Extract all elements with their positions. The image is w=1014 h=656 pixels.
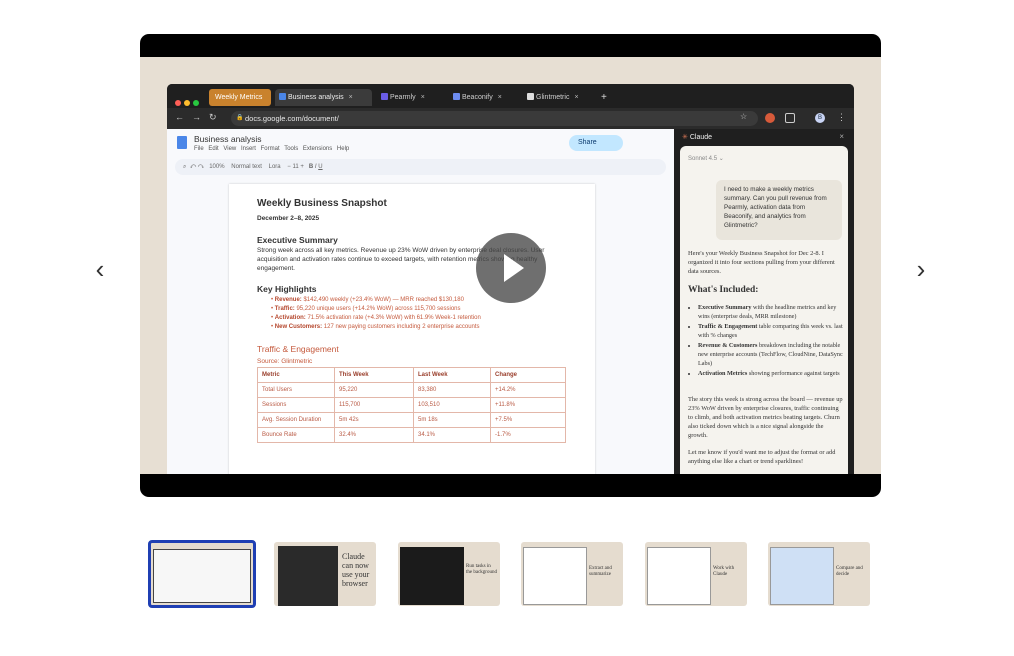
- menu-view[interactable]: View: [223, 146, 236, 152]
- sidebar-title: ✳ Claude: [682, 134, 713, 141]
- key-highlights-heading: Key Highlights: [257, 284, 317, 294]
- lock-icon: 🔒: [236, 115, 244, 121]
- google-doc: Business analysis File Edit View Insert …: [167, 129, 674, 474]
- zoom-select[interactable]: 100%: [209, 164, 224, 170]
- included-list: Executive Summary with the headline metr…: [688, 304, 846, 381]
- table-row: Sessions 115,700 103,510 +11.8%: [257, 397, 566, 413]
- menu-file[interactable]: File: [194, 146, 204, 152]
- menu-tools[interactable]: Tools: [284, 146, 298, 152]
- docs-logo-icon: [177, 136, 187, 149]
- thumbnail-3[interactable]: Run tasks in the background: [398, 542, 500, 606]
- traffic-table: Metric This Week Last Week Change Total …: [257, 367, 566, 443]
- thumbnail-5[interactable]: Work with Claude: [645, 542, 747, 606]
- close-icon[interactable]: ×: [839, 132, 844, 141]
- chat-panel: Sonnet 4.5 ⌄ I need to make a weekly met…: [680, 146, 848, 474]
- font-size-field[interactable]: 11: [292, 164, 298, 170]
- thumbnail-1[interactable]: [148, 540, 256, 608]
- tab-glintmetric[interactable]: Glintmetric ×: [523, 89, 595, 106]
- search-icon[interactable]: ⌕: [183, 164, 186, 170]
- tab-strip: Weekly Metrics Business analysis × Pearml…: [167, 84, 854, 108]
- doc-toolbar: ⌕ ↶ ↷ 100% Normal text Lora − 11 + B I U: [175, 159, 666, 175]
- table-row: Avg. Session Duration 5m 42s 5m 18s +7.5%: [257, 412, 566, 428]
- exec-summary-heading: Executive Summary: [257, 235, 338, 245]
- menu-help[interactable]: Help: [337, 146, 349, 152]
- beaconify-icon: [453, 93, 460, 100]
- close-icon[interactable]: ×: [574, 94, 578, 101]
- glintmetric-icon: [527, 93, 534, 100]
- list-item: Activation Metrics showing performance a…: [698, 370, 846, 379]
- address-bar: ← → ↻ 🔒 docs.google.com/document/ ☆ B ⋮: [167, 108, 854, 129]
- assistant-reply-intro: Here's your Weekly Business Snapshot for…: [688, 250, 835, 275]
- source-label: Source: Glintmetric: [257, 358, 313, 365]
- list-item: Traffic & Engagement table comparing thi…: [698, 323, 846, 340]
- doc-heading: Weekly Business Snapshot: [257, 198, 387, 209]
- table-row: Bounce Rate 32.4% 34.1% -1.7%: [257, 427, 566, 443]
- close-icon[interactable]: ×: [421, 94, 425, 101]
- model-selector[interactable]: Sonnet 4.5 ⌄: [688, 155, 724, 162]
- menu-format[interactable]: Format: [261, 146, 280, 152]
- doc-page[interactable]: Weekly Business Snapshot December 2–8, 2…: [229, 184, 595, 474]
- play-button[interactable]: [476, 233, 546, 303]
- doc-menu: File Edit View Insert Format Tools Exten…: [194, 146, 349, 152]
- back-icon[interactable]: ←: [175, 112, 184, 122]
- close-icon[interactable]: ×: [349, 94, 353, 101]
- thumbnail-2[interactable]: Claude can now use your browser: [274, 542, 376, 606]
- menu-extensions[interactable]: Extensions: [303, 146, 332, 152]
- doc-title[interactable]: Business analysis: [194, 134, 262, 144]
- tab-weekly-metrics[interactable]: Weekly Metrics: [209, 89, 271, 106]
- assistant-reply-story: The story this week is strong across the…: [688, 396, 843, 439]
- video-player[interactable]: Weekly Metrics Business analysis × Pearml…: [140, 34, 881, 497]
- doc-date: December 2–8, 2025: [257, 215, 320, 222]
- docs-icon: [279, 93, 286, 100]
- claude-sidebar: ✳ Claude × Sonnet 4.5 ⌄ I need to make a…: [674, 129, 854, 474]
- menu-edit[interactable]: Edit: [208, 146, 218, 152]
- forward-icon[interactable]: →: [192, 112, 201, 122]
- highlight-item: • Traffic: 95,220 unique users (+14.2% W…: [271, 306, 461, 312]
- highlight-item: • Activation: 71.5% activation rate (+4.…: [271, 315, 481, 321]
- more-menu-icon[interactable]: ⋮: [837, 112, 846, 123]
- thumbnail-4[interactable]: Extract and summarize: [521, 542, 623, 606]
- claude-extension-icon[interactable]: [765, 113, 775, 123]
- new-tab-button[interactable]: +: [597, 89, 611, 106]
- traffic-heading: Traffic & Engagement: [257, 344, 339, 354]
- thumbnail-6[interactable]: Compare and decide: [768, 542, 870, 606]
- menu-insert[interactable]: Insert: [241, 146, 256, 152]
- user-message: I need to make a weekly metrics summary.…: [716, 180, 842, 240]
- list-item: Executive Summary with the headline metr…: [698, 304, 846, 321]
- style-select[interactable]: Normal text: [231, 164, 262, 170]
- reload-icon[interactable]: ↻: [209, 112, 217, 123]
- highlight-item: • New Customers: 127 new paying customer…: [271, 324, 480, 330]
- pearmly-icon: [381, 93, 388, 100]
- tab-business-analysis[interactable]: Business analysis ×: [275, 89, 372, 106]
- previous-arrow-icon[interactable]: ‹: [88, 255, 112, 283]
- font-select[interactable]: Lora: [269, 164, 281, 170]
- share-button[interactable]: Share: [569, 135, 623, 151]
- profile-avatar[interactable]: B: [815, 113, 825, 123]
- close-icon[interactable]: ×: [498, 94, 502, 101]
- exec-summary-line: engagement.: [257, 265, 295, 272]
- next-arrow-icon[interactable]: ›: [909, 255, 933, 283]
- tab-beaconify[interactable]: Beaconify ×: [449, 89, 519, 106]
- list-item: Revenue & Customers breakdown including …: [698, 342, 846, 368]
- table-header-row: Metric This Week Last Week Change: [257, 367, 566, 383]
- extensions-icon[interactable]: [785, 113, 795, 123]
- highlight-item: • Revenue: $142,490 weekly (+23.4% WoW) …: [271, 297, 464, 303]
- assistant-reply-close: Let me know if you'd want me to adjust t…: [688, 449, 836, 465]
- table-row: Total Users 95,220 83,380 +14.2%: [257, 382, 566, 398]
- claude-logo-icon: ✳: [682, 134, 688, 141]
- included-heading: What's Included:: [688, 285, 759, 295]
- bookmark-star-icon[interactable]: ☆: [740, 112, 747, 121]
- tab-pearmly[interactable]: Pearmly ×: [377, 89, 444, 106]
- url-field[interactable]: 🔒 docs.google.com/document/: [231, 111, 758, 126]
